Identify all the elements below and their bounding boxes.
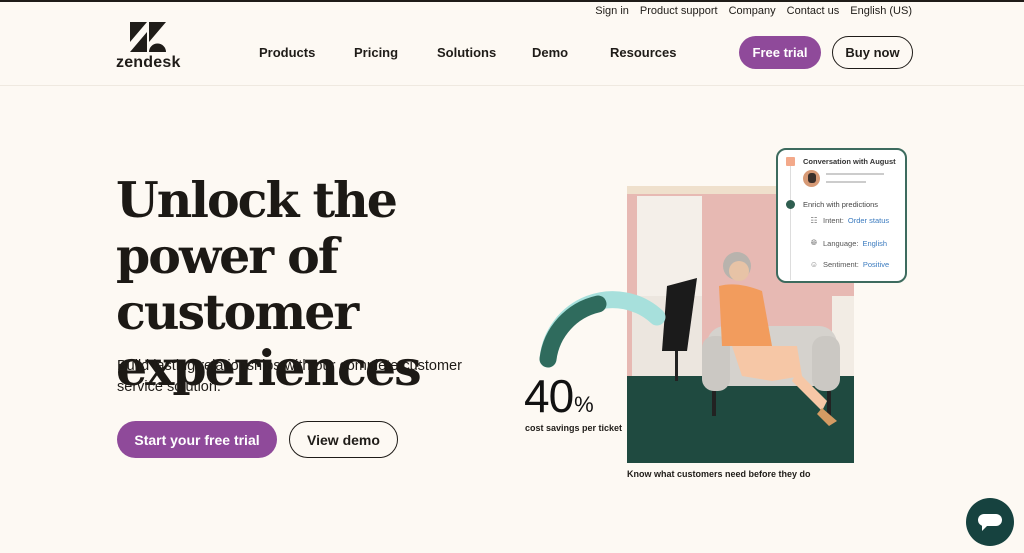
chat-widget-button[interactable] [966, 498, 1014, 546]
row-label: Sentiment: [823, 260, 859, 269]
row-value: Order status [847, 216, 890, 225]
zendesk-logo-icon [130, 22, 166, 52]
step-dot-icon [786, 200, 795, 209]
chat-bubble-icon [978, 514, 1002, 531]
language-selector[interactable]: English (US) [850, 5, 912, 17]
progress-arc [539, 291, 666, 368]
stat-unit: % [574, 392, 594, 417]
conversation-card: Conversation with August Enrich with pre… [776, 148, 907, 283]
nav-products[interactable]: Products [259, 45, 315, 60]
card-row-language: 🌐︎ Language: English [809, 238, 887, 248]
smiley-icon: ☺ [809, 260, 819, 269]
product-support-link[interactable]: Product support [640, 5, 718, 17]
photo-caption: Know what customers need before they do [627, 469, 811, 479]
company-link[interactable]: Company [729, 5, 776, 17]
logo[interactable]: zendesk [116, 22, 182, 72]
row-value: English [862, 238, 888, 248]
conversation-marker-icon [786, 157, 795, 166]
placeholder-line [826, 173, 884, 175]
nav-solutions[interactable]: Solutions [437, 45, 496, 60]
row-value: Positive [862, 260, 890, 269]
header: zendesk Products Pricing Solutions Demo … [0, 20, 1024, 86]
stat-value: 40% [524, 369, 594, 423]
sign-in-link[interactable]: Sign in [595, 5, 629, 17]
enrich-label: Enrich with predictions [803, 200, 879, 209]
contact-us-link[interactable]: Contact us [787, 5, 840, 17]
nav-pricing[interactable]: Pricing [354, 45, 398, 60]
card-row-intent: ☷ Intent: Order status [809, 216, 889, 225]
row-label: Language: [823, 238, 859, 248]
arc-fill [539, 295, 607, 368]
view-demo-button[interactable]: View demo [289, 421, 398, 458]
nav-resources[interactable]: Resources [610, 45, 676, 60]
timeline-line [790, 160, 791, 280]
placeholder-line [826, 181, 866, 183]
stat-number: 40 [524, 370, 574, 422]
globe-icon: 🌐︎ [810, 238, 818, 247]
stat-label: cost savings per ticket [525, 423, 623, 433]
free-trial-button[interactable]: Free trial [739, 36, 821, 69]
utility-nav: Sign in Product support Company Contact … [595, 5, 912, 17]
card-title: Conversation with August [803, 157, 896, 166]
nav-demo[interactable]: Demo [532, 45, 568, 60]
buy-now-button[interactable]: Buy now [832, 36, 913, 69]
avatar [803, 170, 820, 187]
row-label: Intent: [823, 216, 844, 225]
hero-subtitle: Build lasting relationships with our com… [117, 358, 462, 395]
start-free-trial-button[interactable]: Start your free trial [117, 421, 277, 458]
card-row-sentiment: ☺ Sentiment: Positive [809, 260, 889, 269]
logo-text: zendesk [116, 54, 181, 71]
grid-icon: ☷ [810, 216, 818, 225]
